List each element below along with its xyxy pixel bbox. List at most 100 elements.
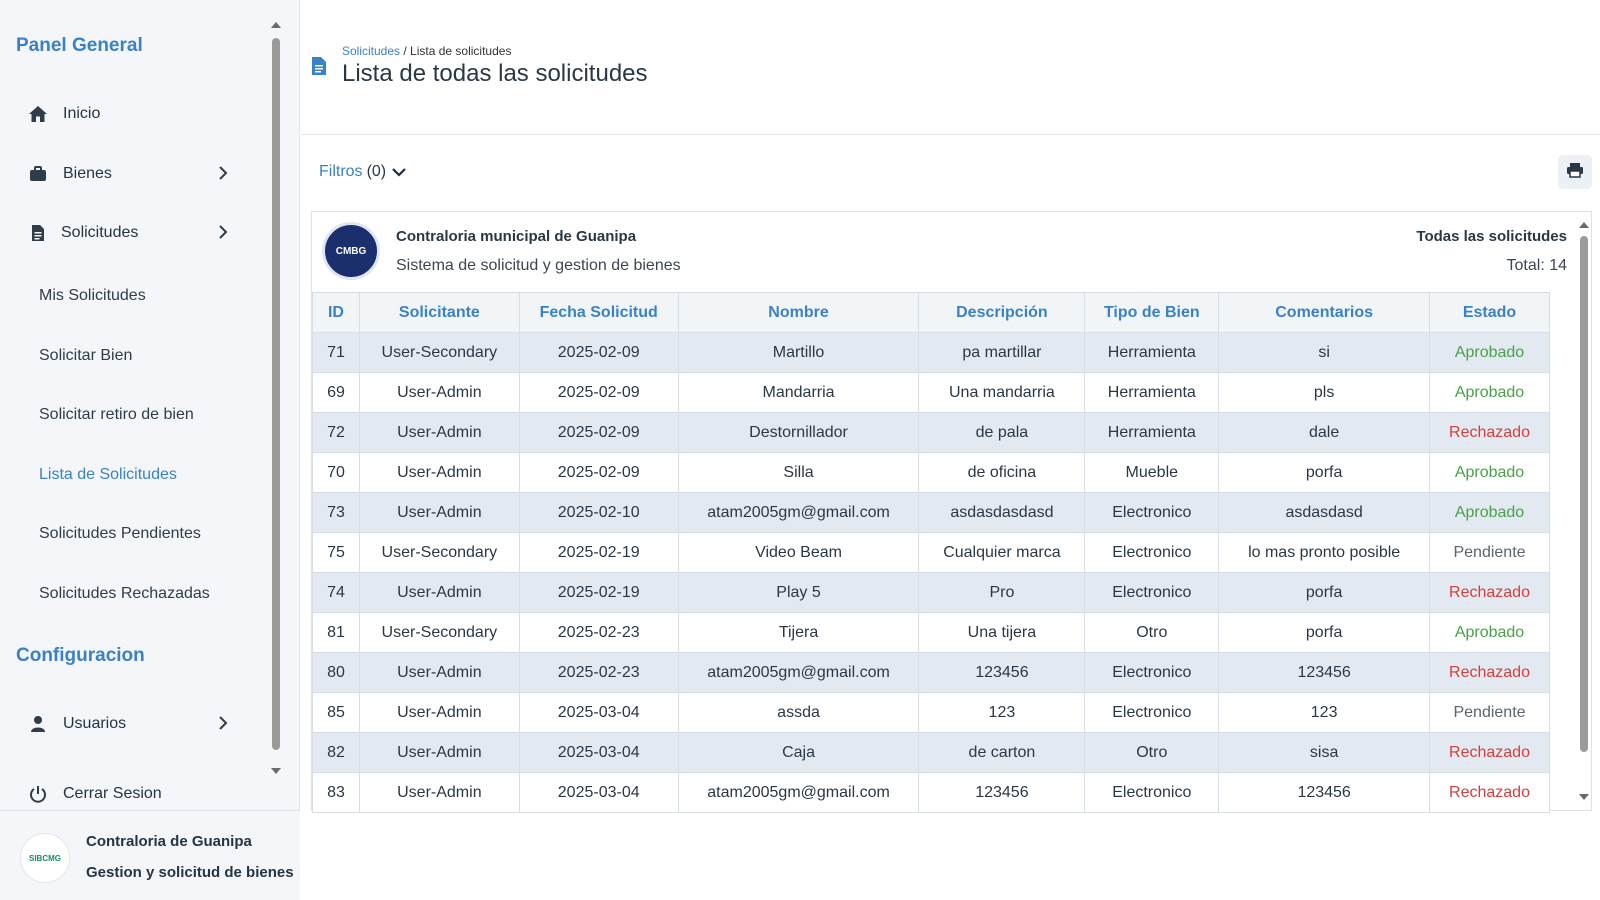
table-scrollbar[interactable]	[1577, 216, 1591, 808]
cell-nombre: Video Beam	[677, 532, 920, 573]
cell-nombre: Martillo	[677, 332, 920, 373]
cell-fecha: 2025-03-04	[518, 732, 679, 773]
printer-icon	[1566, 162, 1584, 183]
cell-nombre: atam2005gm@gmail.com	[677, 652, 920, 693]
column-header-tipo[interactable]: Tipo de Bien	[1084, 292, 1220, 333]
cell-tipo: Herramienta	[1084, 332, 1220, 373]
cell-tipo: Otro	[1084, 612, 1220, 653]
sidebar-subitem-solicitudes-pendientes[interactable]: Solicitudes Pendientes	[39, 525, 201, 543]
org-name: Contraloria municipal de Guanipa	[396, 228, 637, 245]
sidebar-scrollbar[interactable]	[270, 18, 282, 792]
cell-solicitante: User-Secondary	[358, 612, 520, 653]
briefcase-icon	[27, 163, 49, 185]
sidebar-footer: SIBCMG Contraloria de Guanipa Gestion y …	[0, 810, 300, 900]
cell-tipo: Mueble	[1084, 452, 1220, 493]
column-header-fecha[interactable]: Fecha Solicitud	[518, 292, 679, 333]
cell-estado: Pendiente	[1429, 692, 1550, 733]
scroll-down-arrow-icon[interactable]	[1579, 794, 1589, 800]
table-row[interactable]: 73 User-Admin 2025-02-10 atam2005gm@gmail.c…	[312, 492, 1550, 533]
home-icon	[27, 103, 49, 125]
cell-id: 81	[312, 612, 360, 653]
cell-solicitante: User-Admin	[358, 372, 520, 413]
table-row[interactable]: 75 User-Secondary 2025-02-19 Video Beam Cual…	[312, 532, 1550, 573]
column-header-estado[interactable]: Estado	[1429, 292, 1550, 333]
cell-tipo: Herramienta	[1084, 372, 1220, 413]
table-row[interactable]: 72 User-Admin 2025-02-09 Destornillador de p…	[312, 412, 1550, 453]
sidebar-section-panel-general: Panel General	[16, 35, 143, 56]
cell-estado: Aprobado	[1429, 612, 1550, 653]
breadcrumb-current: Lista de solicitudes	[410, 44, 512, 58]
sidebar-item-solicitudes[interactable]: Solicitudes	[0, 211, 250, 255]
cell-estado: Pendiente	[1429, 532, 1550, 573]
cell-nombre: Tijera	[677, 612, 920, 653]
scroll-up-arrow-icon[interactable]	[1579, 222, 1589, 228]
sidebar: Panel General Inicio Bienes Solicitudes	[0, 0, 300, 900]
scroll-down-arrow-icon[interactable]	[271, 768, 281, 774]
cell-descripcion: 123456	[918, 772, 1086, 813]
sidebar-subitem-solicitudes-rechazadas[interactable]: Solicitudes Rechazadas	[39, 585, 210, 603]
table-row[interactable]: 81 User-Secondary 2025-02-23 Tijera Una tije…	[312, 612, 1550, 653]
table-row[interactable]: 82 User-Admin 2025-03-04 Caja de carton Otro s…	[312, 732, 1550, 773]
cell-nombre: atam2005gm@gmail.com	[677, 772, 920, 813]
print-button[interactable]	[1558, 155, 1592, 189]
sidebar-item-cerrar-sesion[interactable]: Cerrar Sesion	[0, 772, 250, 810]
cell-estado: Aprobado	[1429, 492, 1550, 533]
table-body: 71 User-Secondary 2025-02-09 Martillo pa mar…	[312, 332, 1550, 813]
cell-estado: Aprobado	[1429, 332, 1550, 373]
column-header-id[interactable]: ID	[312, 292, 360, 333]
cell-descripcion: 123	[918, 692, 1086, 733]
cell-solicitante: User-Admin	[358, 772, 520, 813]
main-content: Solicitudes / Lista de solicitudes Lista…	[301, 0, 1600, 900]
cell-tipo: Electronico	[1084, 692, 1220, 733]
sidebar-item-inicio[interactable]: Inicio	[0, 92, 250, 136]
cell-solicitante: User-Secondary	[358, 532, 520, 573]
cell-id: 82	[312, 732, 360, 773]
cell-fecha: 2025-02-09	[518, 412, 679, 453]
scroll-up-arrow-icon[interactable]	[271, 22, 281, 28]
table-row[interactable]: 69 User-Admin 2025-02-09 Mandarria Una manda…	[312, 372, 1550, 413]
cell-solicitante: User-Admin	[358, 692, 520, 733]
footer-subtitle: Gestion y solicitud de bienes	[86, 864, 294, 881]
table-row[interactable]: 71 User-Secondary 2025-02-09 Martillo pa mar…	[312, 332, 1550, 373]
table-row[interactable]: 70 User-Admin 2025-02-09 Silla de oficina Mue…	[312, 452, 1550, 493]
cell-nombre: Caja	[677, 732, 920, 773]
document-icon	[311, 56, 327, 81]
cell-comentarios: porfa	[1218, 612, 1431, 653]
column-header-comentarios[interactable]: Comentarios	[1218, 292, 1431, 333]
cell-nombre: Destornillador	[677, 412, 920, 453]
user-icon	[27, 713, 49, 735]
table-row[interactable]: 83 User-Admin 2025-03-04 atam2005gm@gmail.c…	[312, 772, 1550, 813]
cell-nombre: atam2005gm@gmail.com	[677, 492, 920, 533]
cell-fecha: 2025-03-04	[518, 772, 679, 813]
sidebar-subitem-mis-solicitudes[interactable]: Mis Solicitudes	[39, 287, 146, 305]
sidebar-item-bienes[interactable]: Bienes	[0, 152, 250, 196]
cell-id: 85	[312, 692, 360, 733]
cell-id: 71	[312, 332, 360, 373]
sidebar-item-usuarios[interactable]: Usuarios	[0, 702, 250, 746]
sidebar-item-label: Solicitudes	[61, 224, 139, 241]
sidebar-subitem-solicitar-bien[interactable]: Solicitar Bien	[39, 347, 132, 365]
table-row[interactable]: 80 User-Admin 2025-02-23 atam2005gm@gmail.c…	[312, 652, 1550, 693]
scrollbar-thumb[interactable]	[1580, 236, 1588, 752]
breadcrumb-link-solicitudes[interactable]: Solicitudes	[342, 44, 400, 58]
filters-toggle[interactable]: Filtros (0)	[319, 163, 406, 181]
scrollbar-thumb[interactable]	[272, 38, 280, 750]
table-row[interactable]: 85 User-Admin 2025-03-04 assda 123 Electronic…	[312, 692, 1550, 733]
cell-comentarios: porfa	[1218, 572, 1431, 613]
sidebar-subitem-solicitar-retiro[interactable]: Solicitar retiro de bien	[39, 406, 194, 424]
cell-solicitante: User-Admin	[358, 452, 520, 493]
footer-title: Contraloria de Guanipa	[86, 833, 252, 850]
column-header-descripcion[interactable]: Descripción	[918, 292, 1086, 333]
sidebar-item-label: Usuarios	[63, 715, 127, 732]
column-header-solicitante[interactable]: Solicitante	[358, 292, 520, 333]
cell-descripcion: de carton	[918, 732, 1086, 773]
column-header-nombre[interactable]: Nombre	[677, 292, 920, 333]
sidebar-subitem-lista-solicitudes[interactable]: Lista de Solicitudes	[39, 466, 177, 484]
cell-id: 83	[312, 772, 360, 813]
cell-id: 74	[312, 572, 360, 613]
cell-descripcion: 123456	[918, 652, 1086, 693]
breadcrumb-separator: /	[400, 44, 411, 58]
cell-descripcion: Una mandarria	[918, 372, 1086, 413]
cell-comentarios: 123456	[1218, 772, 1431, 813]
table-row[interactable]: 74 User-Admin 2025-02-19 Play 5 Pro Electroni…	[312, 572, 1550, 613]
